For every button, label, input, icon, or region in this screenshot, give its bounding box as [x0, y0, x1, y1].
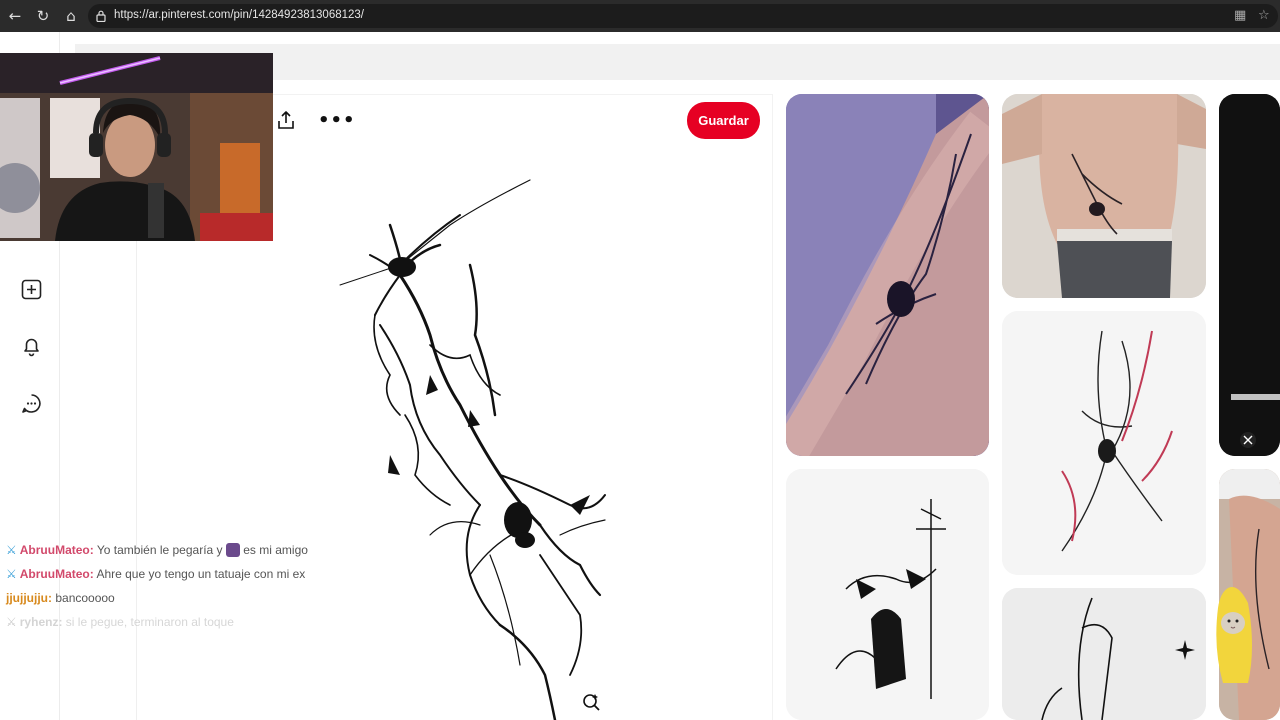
chat-username: ryhenz: [19, 615, 63, 629]
share-icon[interactable] [276, 110, 296, 130]
home-icon[interactable]: ⌂ [61, 6, 81, 26]
chat-message: ⚔ ryhenz: si le pegue, terminaron al toqu… [6, 615, 234, 629]
chat-username: jjujjujju: [6, 591, 52, 605]
related-pin-5[interactable] [786, 469, 989, 720]
chat-message: ⚔ AbruuMateo: Yo también le pegaría y es … [6, 543, 308, 557]
banana-cat-sticker [1216, 587, 1252, 683]
reload-icon[interactable]: ↻ [33, 6, 53, 26]
related-pin-4[interactable] [1002, 311, 1206, 575]
chat-text-continued: es mi amigo [243, 543, 308, 557]
pin-image[interactable] [330, 175, 630, 720]
save-button[interactable]: Guardar [687, 102, 760, 139]
related-pin-6[interactable] [1002, 588, 1206, 720]
chat-text: Ahre que yo tengo un tatuaje con mi ex [96, 567, 306, 581]
sword-badge-icon: ⚔ [6, 543, 17, 557]
bell-icon[interactable] [21, 336, 42, 357]
related-pin-2[interactable] [1002, 94, 1206, 298]
sword-badge-icon: ⚔ [6, 615, 17, 629]
chat-message: jjujjujju: bancooooo [6, 591, 115, 605]
install-app-icon[interactable]: ▦ [1234, 8, 1246, 23]
bookmark-star-icon[interactable]: ☆ [1258, 8, 1270, 23]
webcam-overlay [0, 53, 273, 241]
chat-message: ⚔ AbruuMateo: Ahre que yo tengo un tatuaj… [6, 567, 305, 581]
arrow-left-icon[interactable]: ← [5, 6, 25, 26]
chat-text: si le pegue, terminaron al toque [65, 615, 234, 629]
sword-badge-icon: ⚔ [6, 567, 17, 581]
chat-text: bancooooo [55, 591, 115, 605]
related-pin-1[interactable] [786, 94, 989, 456]
related-pin-3[interactable] [1219, 94, 1280, 456]
visual-search-icon[interactable] [581, 692, 601, 712]
chat-bubble-icon[interactable] [21, 393, 42, 414]
chat-username: AbruuMateo: [19, 543, 94, 557]
more-dots-icon[interactable]: ••• [318, 110, 356, 131]
url-text: https://ar.pinterest.com/pin/14284923813… [114, 9, 364, 21]
lock-icon [96, 10, 106, 22]
address-bar[interactable]: https://ar.pinterest.com/pin/14284923813… [88, 4, 1278, 28]
plus-square-icon[interactable] [21, 279, 42, 300]
emote-icon [225, 543, 240, 557]
chat-text: Yo también le pegaría y [96, 543, 223, 557]
chat-username: AbruuMateo: [19, 567, 94, 581]
browser-toolbar: ← ↻ ⌂ https://ar.pinterest.com/pin/14284… [0, 0, 1280, 32]
